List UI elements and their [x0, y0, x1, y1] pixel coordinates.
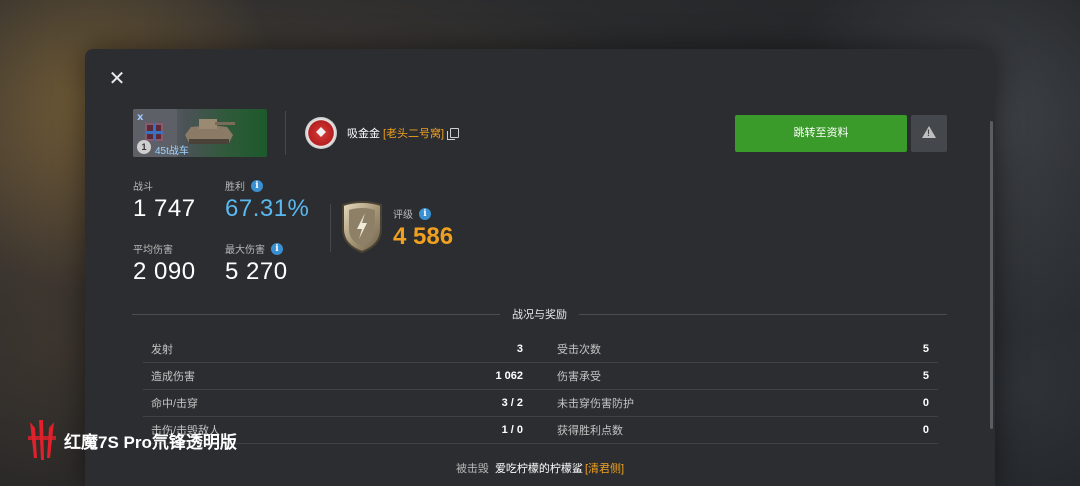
row-value: 1 062 — [495, 370, 523, 382]
rating-label: 评级 — [393, 210, 413, 221]
stat-label: 平均伤害 — [133, 245, 173, 256]
row-label: 造成伤害 — [151, 371, 195, 383]
row-label: 获得胜利点数 — [557, 425, 623, 437]
scrollbar[interactable] — [990, 121, 993, 429]
warning-icon — [922, 126, 936, 138]
destroyed-label: 被击毁 — [455, 463, 489, 475]
stat-battles: 战斗 1 747 — [133, 178, 196, 223]
watermark-text: 红魔7S Pro氘锋透明版 — [64, 432, 237, 452]
row-value: 0 — [922, 424, 929, 436]
info-icon[interactable]: i — [251, 179, 263, 192]
row-value: 1 / 0 — [501, 424, 523, 436]
destroyed-by: 被击毁 爱吃柠檬的柠檬鲨 [清君侧] — [85, 460, 995, 476]
row-label: 命中/击穿 — [151, 398, 199, 410]
stat-label: 胜利 — [225, 182, 245, 193]
row-label: 伤害承受 — [557, 371, 601, 383]
row-value: 3 — [516, 343, 523, 355]
clan-tag[interactable]: [老头二号窝] — [383, 125, 444, 141]
row-label: 未击穿伤害防护 — [557, 398, 634, 410]
killer-name[interactable]: 爱吃柠檬的柠檬鲨 — [495, 463, 583, 475]
killer-clan[interactable]: [清君侧] — [585, 463, 624, 475]
row-label: 受击次数 — [557, 344, 601, 356]
close-icon[interactable]: ✕ — [107, 69, 127, 89]
player-info: 吸金金 [老头二号窝] — [305, 116, 460, 150]
table-row: 命中/击穿 3 / 2 未击穿伤害防护 0 — [143, 390, 938, 417]
stat-label: 最大伤害 — [225, 245, 265, 256]
table-row: 造成伤害 1 062 伤害承受 5 — [143, 363, 938, 390]
stat-value: 67.31% — [225, 195, 310, 222]
info-icon[interactable]: i — [419, 207, 431, 220]
stat-value: 1 747 — [133, 195, 196, 222]
go-to-profile-button[interactable]: 跳转至资料 — [735, 115, 907, 152]
stat-max-damage: 最大伤害 i 5 270 — [225, 241, 288, 286]
copy-icon[interactable] — [447, 128, 460, 140]
tank-icon — [185, 119, 235, 144]
battle-stats-table: 发射 3 受击次数 5 造成伤害 1 062 伤害承受 5 命中/击穿 3 / 2 未击穿… — [143, 336, 938, 444]
section-title: 战况与奖励 — [512, 309, 567, 321]
tank-name: 45t战车 — [155, 146, 189, 157]
player-name: 吸金金 — [347, 128, 380, 140]
stat-winrate: 胜利 i 67.31% — [225, 178, 309, 223]
tank-card[interactable]: ⅹ 1 45t战车 — [133, 109, 267, 157]
redmagic-logo-icon — [28, 420, 56, 460]
rating-value: 4 586 — [393, 223, 454, 250]
stat-value: 2 090 — [133, 258, 196, 285]
row-value: 5 — [922, 343, 929, 355]
row-value: 5 — [922, 370, 929, 382]
row-label: 发射 — [151, 344, 173, 356]
stat-avg-damage: 平均伤害 2 090 — [133, 241, 196, 286]
clan-emblem-icon — [305, 117, 337, 149]
info-icon[interactable]: i — [271, 242, 283, 255]
row-value: 3 / 2 — [501, 397, 523, 409]
tank-tier-badge: 1 — [137, 140, 151, 154]
divider — [285, 111, 286, 155]
divider — [330, 204, 331, 252]
section-header: 战况与奖励 — [132, 305, 947, 323]
row-value: 0 — [922, 397, 929, 409]
table-row: 发射 3 受击次数 5 — [143, 336, 938, 363]
stat-label: 战斗 — [133, 182, 153, 193]
table-row: 击伤/击毁敌人 1 / 0 获得胜利点数 0 — [143, 417, 938, 444]
report-button[interactable] — [911, 115, 947, 152]
stat-value: 5 270 — [225, 258, 288, 285]
device-watermark: 红魔7S Pro氘锋透明版 — [26, 418, 237, 462]
tank-tier-roman: ⅹ — [137, 112, 144, 123]
rating-shield-icon — [342, 201, 382, 253]
